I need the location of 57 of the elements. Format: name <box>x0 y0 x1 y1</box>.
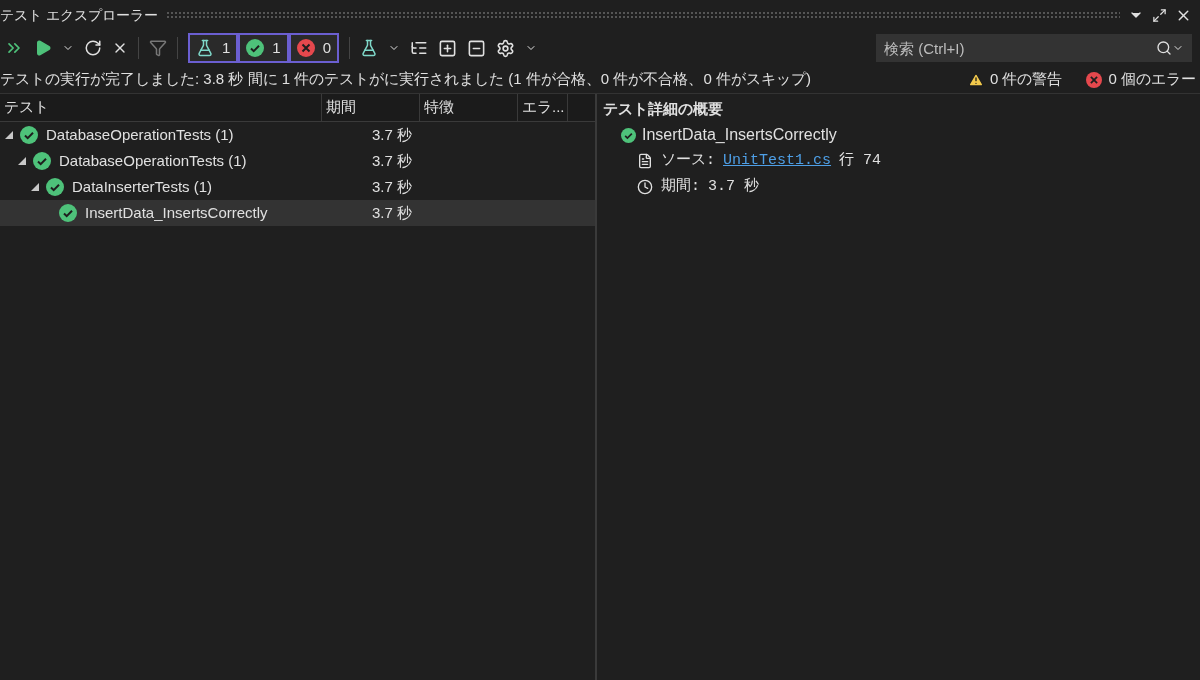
tree-row[interactable]: DatabaseOperationTests (1) 3.7 秒 <box>0 122 595 148</box>
warning-count[interactable]: 0 件の警告 <box>989 68 1063 91</box>
expand-arrow-icon[interactable] <box>17 156 27 166</box>
check-circle-icon <box>33 152 51 170</box>
search-icon <box>1156 40 1172 56</box>
check-circle-icon <box>621 127 636 143</box>
column-header[interactable]: テスト <box>0 94 322 121</box>
source-link[interactable]: UnitTest1.cs <box>723 149 832 173</box>
error-count[interactable]: 0 個のエラー <box>1108 68 1196 91</box>
test-name: InsertData_InsertsCorrectly <box>642 125 837 145</box>
tree-row[interactable]: DatabaseOperationTests (1) 3.7 秒 <box>0 148 595 174</box>
duration-value: 3.7 秒 <box>708 176 760 197</box>
duration-cell-text: 3.7 秒 <box>370 124 412 145</box>
error-circle-icon <box>296 39 315 57</box>
window-title: テスト エクスプローラー <box>0 5 158 25</box>
test-count-filter[interactable]: 1 <box>188 33 239 63</box>
settings-icon[interactable] <box>496 38 516 58</box>
tree-row[interactable]: DataInserterTests (1) 3.7 秒 <box>0 174 595 200</box>
test-name: DatabaseOperationTests (1) <box>46 124 234 145</box>
test-count-filter[interactable]: 0 <box>288 33 340 63</box>
check-circle-icon <box>20 126 38 144</box>
duration-cell-text: 3.7 秒 <box>370 150 412 171</box>
expand-arrow-icon[interactable] <box>30 182 40 192</box>
check-circle-icon <box>46 178 64 196</box>
tree-row[interactable]: InsertData_InsertsCorrectly 3.7 秒 <box>0 200 595 226</box>
test-name: DataInserterTests (1) <box>72 176 213 197</box>
check-circle-icon <box>59 204 77 222</box>
repeat-run-icon[interactable] <box>84 39 102 57</box>
column-header[interactable]: エラ... <box>518 94 568 121</box>
test-count-filter[interactable]: 1 <box>238 33 289 63</box>
expand-arrow-icon[interactable] <box>4 130 14 140</box>
run-summary: テストの実行が完了しました: 3.8 秒 間に 1 件のテストがに実行されました (1 件が合格、0 件が不合格、0 件がスキップ) <box>0 69 812 90</box>
hierarchy-icon[interactable] <box>410 39 429 57</box>
test-name: InsertData_InsertsCorrectly <box>85 202 268 223</box>
line-number: 行 74 <box>839 150 882 171</box>
details-heading: テスト詳細の概要 <box>603 98 724 119</box>
column-header[interactable]: 特徴 <box>420 94 518 121</box>
warning-icon <box>967 71 984 88</box>
duration-label: 期間: <box>661 176 700 197</box>
search-field[interactable]: 検索 (Ctrl+I) <box>876 34 1156 62</box>
play-icon[interactable] <box>34 39 52 57</box>
check-circle-icon <box>246 39 265 57</box>
filter-icon[interactable] <box>149 39 167 57</box>
document-icon <box>637 153 653 169</box>
error-circle-icon <box>1086 71 1103 88</box>
flask-icon <box>196 39 214 57</box>
duration-cell-text: 3.7 秒 <box>370 176 412 197</box>
column-header[interactable]: 期間 <box>322 94 420 121</box>
test-name: DatabaseOperationTests (1) <box>59 150 247 171</box>
search-options-button[interactable] <box>1156 34 1192 62</box>
playlist-icon[interactable] <box>360 39 379 57</box>
maximize-icon[interactable] <box>1152 7 1167 23</box>
collapse-all-icon[interactable] <box>467 38 487 58</box>
duration-cell-text: 3.7 秒 <box>370 202 412 223</box>
source-label: ソース: <box>661 150 715 171</box>
expand-all-icon[interactable] <box>438 38 458 58</box>
clock-icon <box>637 179 653 195</box>
